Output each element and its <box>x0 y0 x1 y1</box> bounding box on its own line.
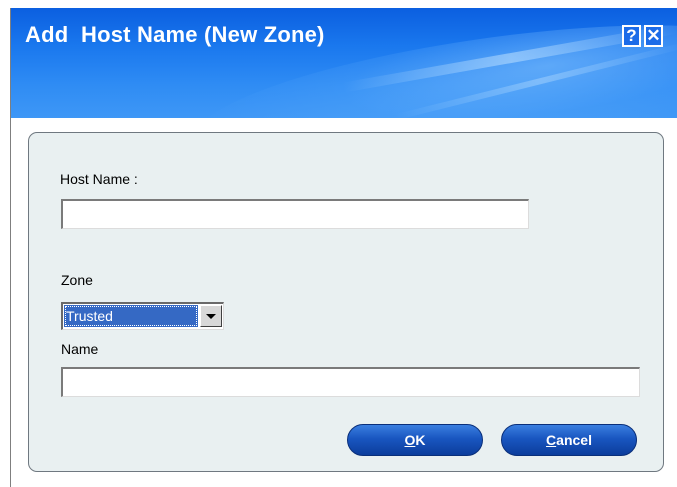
title-bar[interactable]: Add Host Name (New Zone) ? ✕ <box>11 8 677 118</box>
zone-selected-value: Trusted <box>64 305 198 327</box>
cancel-button[interactable]: Cancel <box>501 424 637 456</box>
help-icon[interactable]: ? <box>622 25 641 47</box>
zone-label: Zone <box>61 272 93 288</box>
ok-button[interactable]: OK <box>347 424 483 456</box>
dialog-title: Add Host Name (New Zone) <box>25 22 325 47</box>
add-host-name-dialog: Add Host Name (New Zone) ? ✕ Host Name :… <box>10 8 677 487</box>
close-icon[interactable]: ✕ <box>644 25 663 47</box>
name-input[interactable] <box>61 367 640 397</box>
form-panel: Host Name : Zone Trusted Name OK Cancel <box>28 132 664 472</box>
host-name-input[interactable] <box>61 199 529 229</box>
name-label: Name <box>61 341 99 357</box>
host-name-label: Host Name : <box>60 171 138 187</box>
chevron-down-icon[interactable] <box>200 305 222 327</box>
zone-select[interactable]: Trusted <box>61 302 224 330</box>
